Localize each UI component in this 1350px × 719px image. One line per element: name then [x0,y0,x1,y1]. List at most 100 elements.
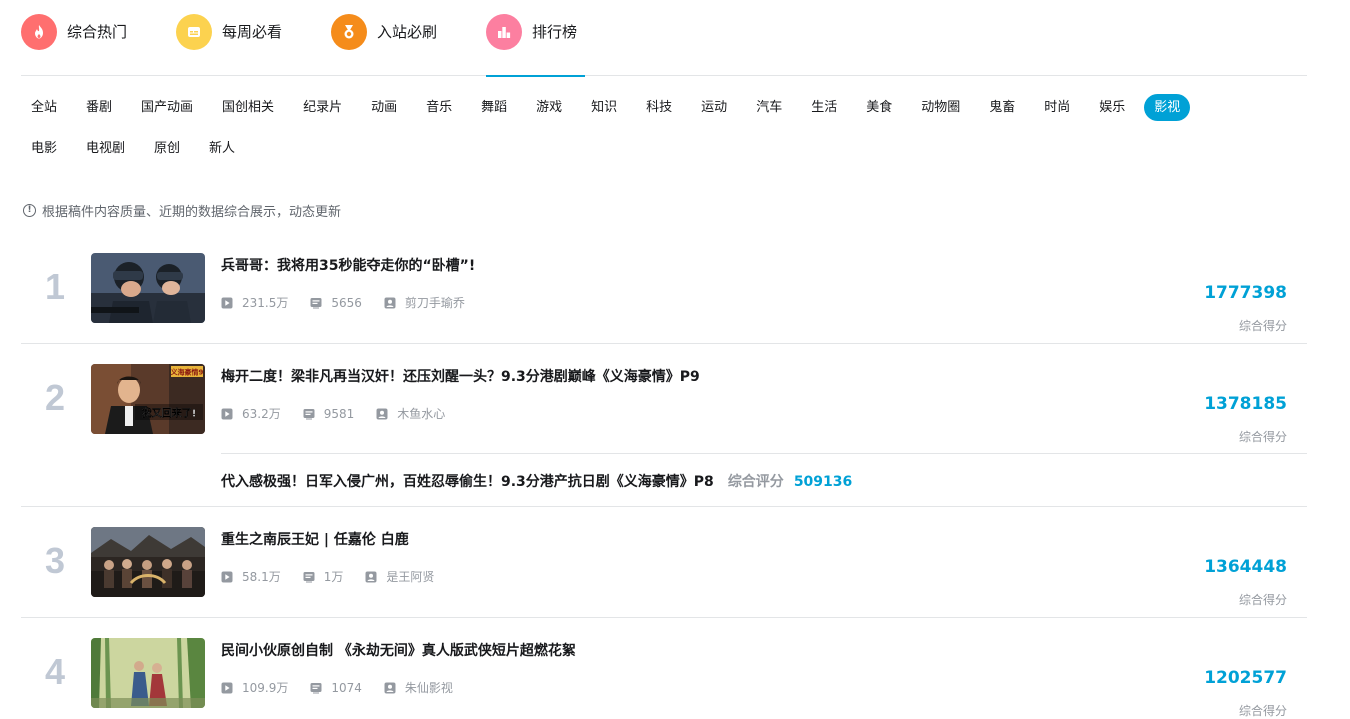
play-icon [221,297,233,308]
rank-number: 4 [44,651,66,692]
nav-tab-popular[interactable]: 综合热门 [21,14,127,76]
video-title[interactable]: 梅开二度！梁非凡再当汉奸！还压刘醒一头？9.3分港剧巅峰《义海豪情》P9 [221,366,700,386]
category-tabs-row-2: 电影 电视剧 原创 新人 [21,135,254,162]
danmaku-count-value: 1万 [323,570,344,584]
uploader-icon [365,571,377,582]
category-tabs-row-1: 全站 番剧 国产动画 国创相关 纪录片 动画 音乐 舞蹈 游戏 知识 科技 运动 汽车 生活 美食 动物圈 鬼畜… [21,94,1199,121]
nav-tab-weekly[interactable]: 每周必看 [176,14,282,76]
play-icon [221,682,233,693]
nav-tab-label: 排行榜 [532,23,578,41]
thumbnail-image [91,253,205,323]
category-tab[interactable]: 番剧 [76,94,122,121]
category-tab[interactable]: 汽车 [746,94,792,121]
play-count: 231.5万 [221,294,288,311]
category-tab[interactable]: 电视剧 [76,135,135,162]
thumbnail-image [91,638,205,708]
uploader-name: 木鱼水心 [397,407,446,421]
score-label: 综合得分 [1238,319,1287,333]
bar-chart-icon [486,14,522,50]
video-thumbnail[interactable] [91,527,205,597]
score-value: 1202577 [1204,668,1287,688]
uploader[interactable]: 木鱼水心 [376,405,445,422]
play-count-value: 63.2万 [242,407,281,421]
play-count-value: 109.9万 [242,681,289,695]
info-icon: ! [23,204,36,217]
play-count-value: 231.5万 [242,296,289,310]
danmaku-count-value: 1074 [331,680,362,695]
play-count: 58.1万 [221,568,281,585]
category-tab[interactable]: 全站 [21,94,67,121]
category-tab[interactable]: 纪录片 [293,94,352,121]
category-tab[interactable]: 原创 [144,135,190,162]
category-tab[interactable]: 美食 [856,94,902,121]
video-title[interactable]: 民间小伙原创自制 《永劫无间》真人版武侠短片超燃花絮 [221,640,576,660]
nav-tab-label: 每周必看 [222,23,283,41]
score-label: 综合得分 [1238,593,1287,607]
rank-item[interactable]: 2 义海豪情9 我又回来了! 梅开二度！梁非凡再当汉奸！还压刘醒一头？9.3分港… [21,344,1307,507]
category-tab[interactable]: 娱乐 [1089,94,1135,121]
thumbnail-caption: 我又回来了! [142,407,197,420]
danmaku-count: 1074 [310,679,362,696]
calendar-icon [176,14,212,50]
danmaku-count: 1万 [303,568,344,585]
video-meta: 63.2万 9581 木鱼水心 [221,405,467,422]
category-tab[interactable]: 国产动画 [131,94,203,121]
thumbnail-image: 义海豪情9 我又回来了! [91,364,205,434]
category-tab[interactable]: 新人 [199,135,245,162]
related-score-label: 综合评分 [727,474,784,490]
category-tab[interactable]: 舞蹈 [471,94,517,121]
related-video[interactable]: 代入感极强！日军入侵广州，百姓忍辱偷生！9.3分港产抗日剧《义海豪情》P8 综合评… [21,454,1307,506]
play-count: 109.9万 [221,679,288,696]
category-tab[interactable]: 时尚 [1034,94,1080,121]
video-title[interactable]: 重生之南辰王妃 | 任嘉伦 白鹿 [221,529,409,549]
related-video-title[interactable]: 代入感极强！日军入侵广州，百姓忍辱偷生！9.3分港产抗日剧《义海豪情》P8 [221,474,714,490]
uploader[interactable]: 是王阿贤 [365,568,434,585]
video-thumbnail[interactable]: 义海豪情9 我又回来了! [91,364,205,434]
score-label: 综合得分 [1238,430,1287,444]
nav-tab-must-watch[interactable]: 入站必刷 [331,14,437,76]
category-tab[interactable]: 科技 [636,94,682,121]
rank-item[interactable]: 3 重生之南辰王妃 | 任嘉伦 白鹿 58.1万 1万 是王阿贤 1364448… [21,507,1307,618]
video-thumbnail[interactable] [91,253,205,323]
related-video-row: 代入感极强！日军入侵广州，百姓忍辱偷生！9.3分港产抗日剧《义海豪情》P8 综合评… [221,471,852,491]
top-nav: 综合热门 每周必看 入站必刷 排行榜 [21,0,1307,77]
ranking-tip: ! 根据稿件内容质量、近期的数据综合展示，动态更新 [23,201,341,220]
category-tab[interactable]: 动物圈 [911,94,970,121]
category-tab[interactable]: 鬼畜 [979,94,1025,121]
video-meta: 58.1万 1万 是王阿贤 [221,568,456,585]
category-tab[interactable]: 电影 [21,135,67,162]
score-value: 1777398 [1204,283,1287,303]
category-tab[interactable]: 音乐 [416,94,462,121]
category-tab[interactable]: 知识 [581,94,627,121]
category-tab[interactable]: 影视 [1144,94,1191,121]
category-tab[interactable]: 生活 [801,94,847,121]
nav-tab-leaderboard[interactable]: 排行榜 [486,14,585,77]
uploader-icon [384,682,396,693]
danmaku-icon [303,571,315,582]
uploader[interactable]: 剪刀手瑜乔 [384,294,465,311]
rank-number: 3 [44,540,66,581]
danmaku-icon [310,682,322,693]
category-tab[interactable]: 游戏 [526,94,572,121]
uploader-name: 剪刀手瑜乔 [404,296,465,310]
nav-tab-label: 入站必刷 [377,23,438,41]
video-title[interactable]: 兵哥哥：我将用35秒能夺走你的“卧槽”! [221,255,475,275]
danmaku-count: 9581 [303,405,354,422]
score-value: 1364448 [1204,557,1287,577]
video-thumbnail[interactable] [91,638,205,708]
rank-list: 1 兵哥哥：我将用35秒能夺走你的“卧槽”! 231.5万 5656 剪刀手瑜乔… [21,233,1307,719]
rank-item[interactable]: 4 民间小伙原创自制 《永劫无间》真人版武侠短片超燃花絮 109.9万 1074… [21,618,1307,719]
danmaku-icon [303,408,315,419]
category-tab[interactable]: 动画 [361,94,407,121]
rank-number: 2 [44,377,66,418]
rank-number: 1 [44,266,66,307]
rank-item[interactable]: 1 兵哥哥：我将用35秒能夺走你的“卧槽”! 231.5万 5656 剪刀手瑜乔… [21,233,1307,344]
related-score-value: 509136 [793,474,853,490]
ranking-tip-text: 根据稿件内容质量、近期的数据综合展示，动态更新 [42,205,342,220]
video-meta: 109.9万 1074 朱仙影视 [221,679,475,696]
category-tab[interactable]: 运动 [691,94,737,121]
uploader-icon [384,297,396,308]
score-value: 1378185 [1204,394,1287,414]
uploader[interactable]: 朱仙影视 [384,679,453,696]
category-tab[interactable]: 国创相关 [212,94,284,121]
